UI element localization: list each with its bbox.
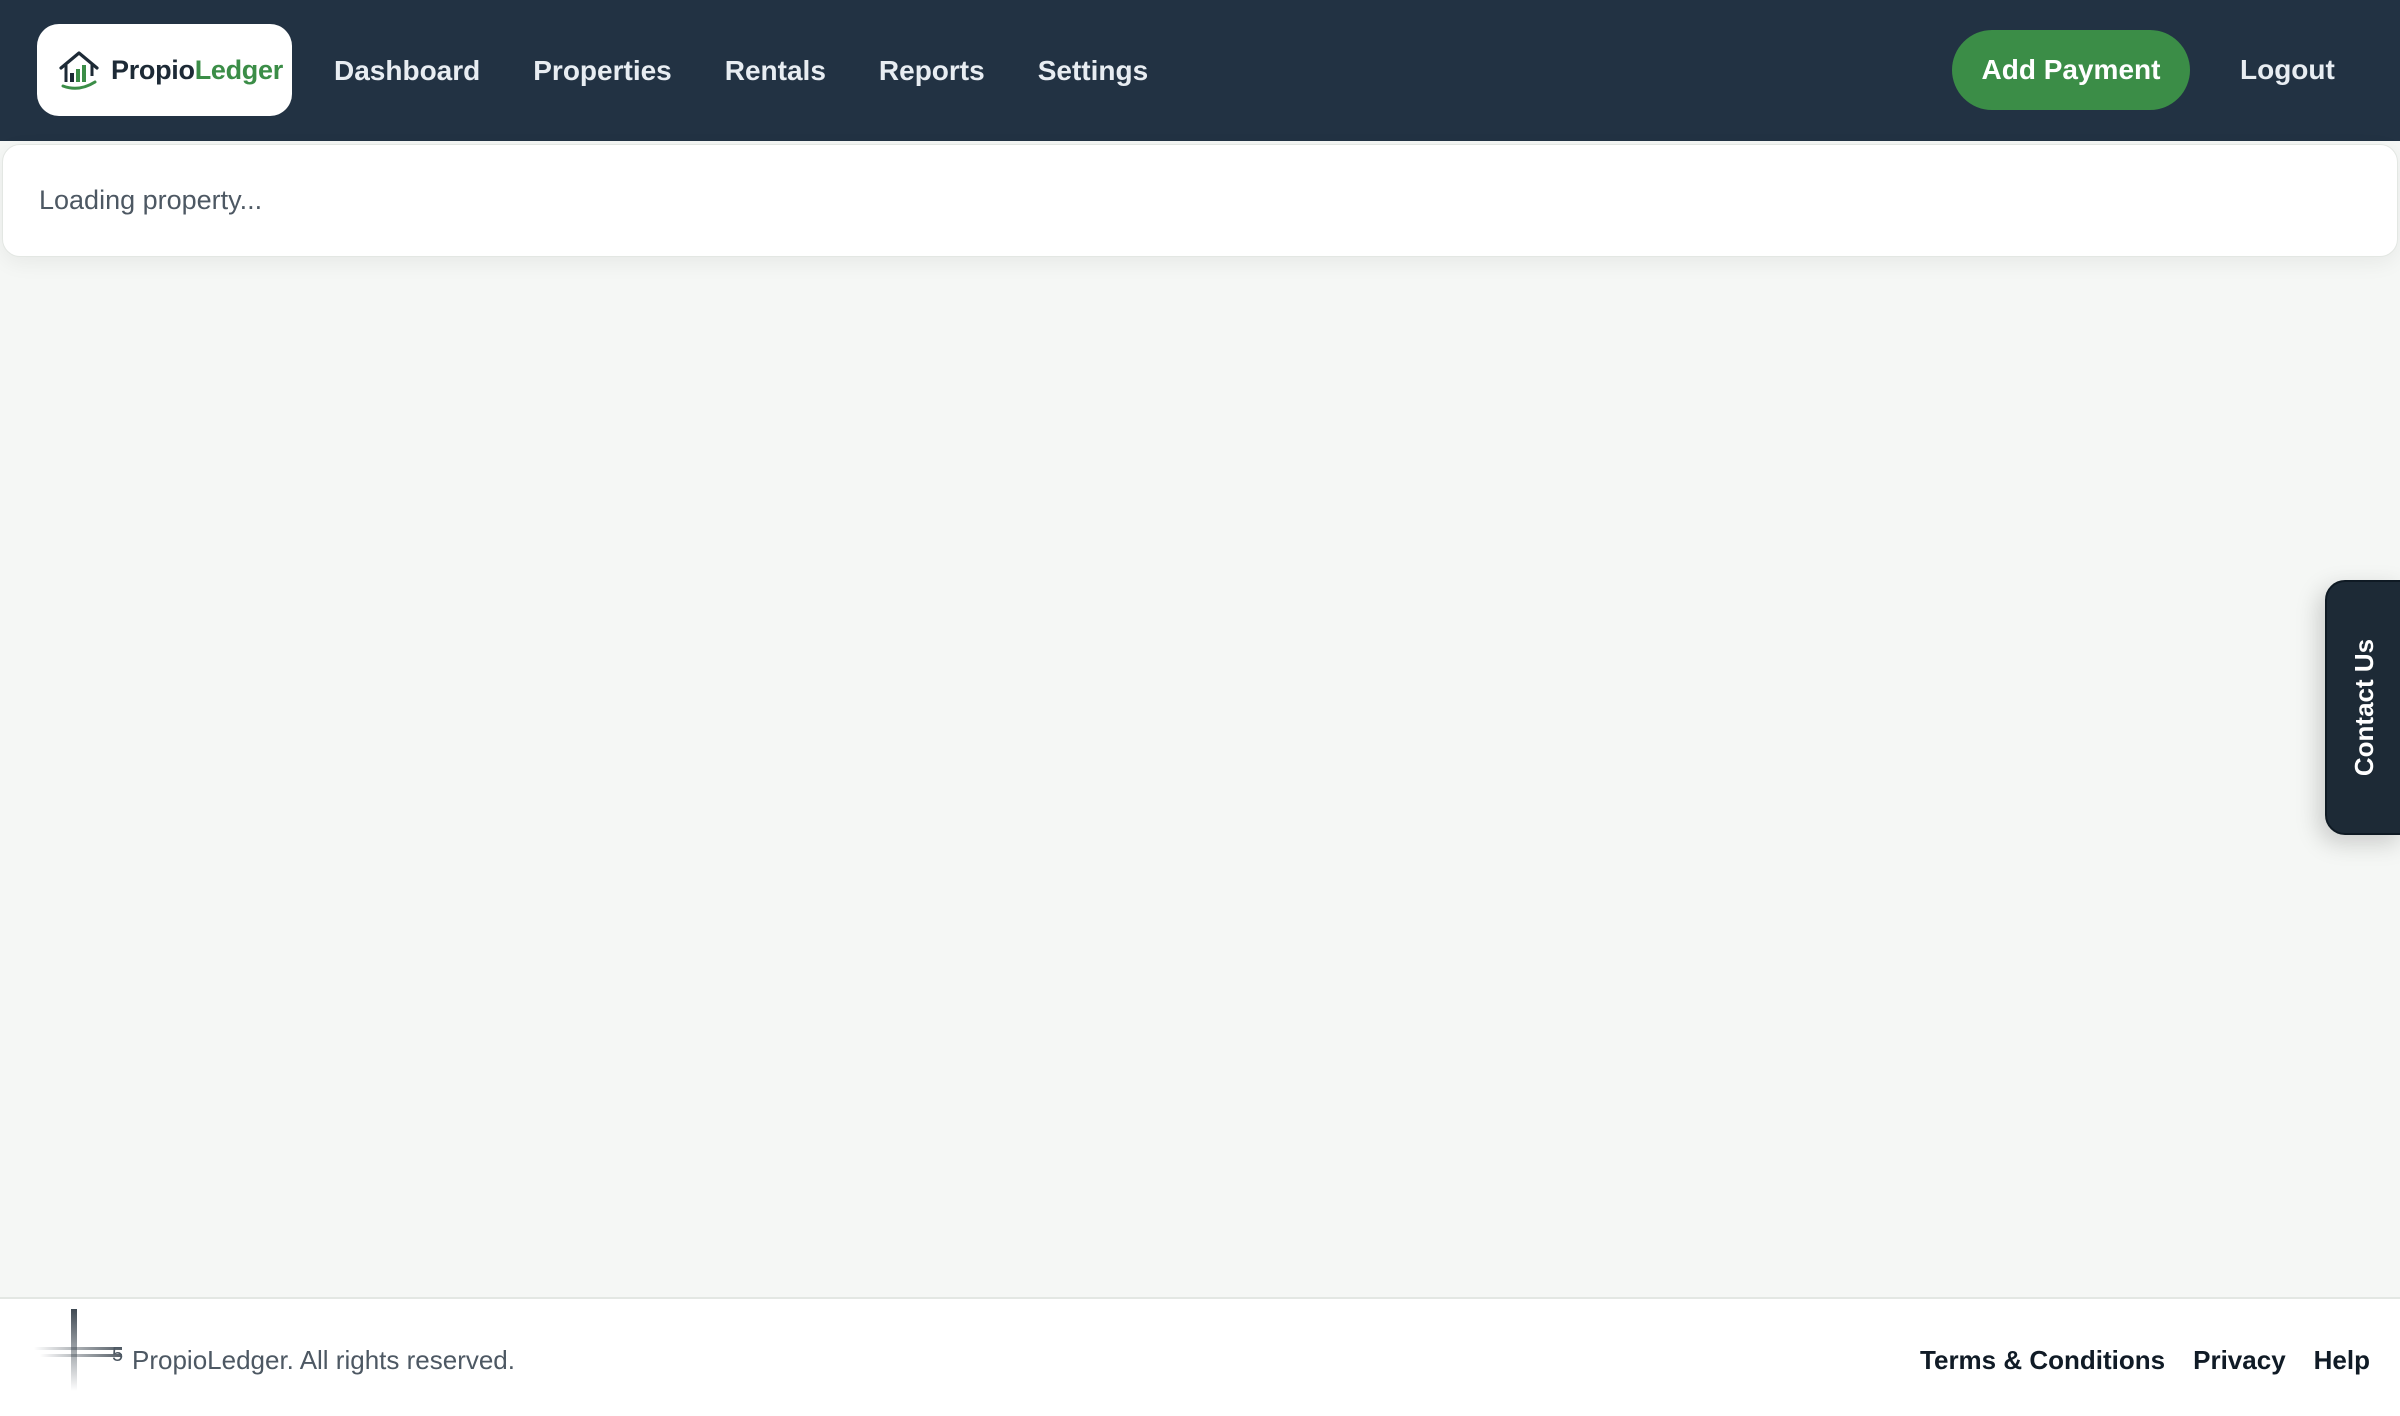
page: PropioLedger Dashboard Properties Rental… [0, 0, 2400, 1416]
nav-item-rentals[interactable]: Rentals [725, 55, 826, 87]
main-nav: Dashboard Properties Rentals Reports Set… [334, 0, 1201, 141]
loading-message: Loading property... [39, 185, 263, 215]
house-chart-icon [59, 51, 99, 90]
property-loading-card: Loading property... [2, 144, 2398, 257]
footer-link-help[interactable]: Help [2314, 1345, 2370, 1376]
brand-name: PropioLedger [111, 54, 283, 85]
svg-text:5: 5 [112, 1344, 123, 1366]
nav-item-properties[interactable]: Properties [533, 55, 672, 87]
footer-link-terms[interactable]: Terms & Conditions [1920, 1345, 2165, 1376]
footer-links: Terms & Conditions Privacy Help [1892, 1345, 2370, 1376]
nav-item-reports[interactable]: Reports [879, 55, 985, 87]
add-payment-button[interactable]: Add Payment [1952, 30, 2190, 110]
logout-link[interactable]: Logout [2240, 30, 2335, 110]
contact-us-label: Contact Us [2349, 638, 2380, 777]
copyright-icon: 5 [34, 1309, 123, 1391]
contact-us-tab[interactable]: Contact Us [2325, 580, 2400, 835]
site-footer: 5 PropioLedger. All rights reserved. Ter… [0, 1297, 2400, 1416]
copyright-text: PropioLedger. All rights reserved. [132, 1345, 515, 1375]
nav-item-settings[interactable]: Settings [1038, 55, 1148, 87]
footer-link-privacy[interactable]: Privacy [2193, 1345, 2286, 1376]
brand-logo[interactable]: PropioLedger [37, 24, 292, 116]
nav-item-dashboard[interactable]: Dashboard [334, 55, 480, 87]
top-navbar: PropioLedger Dashboard Properties Rental… [0, 0, 2400, 141]
